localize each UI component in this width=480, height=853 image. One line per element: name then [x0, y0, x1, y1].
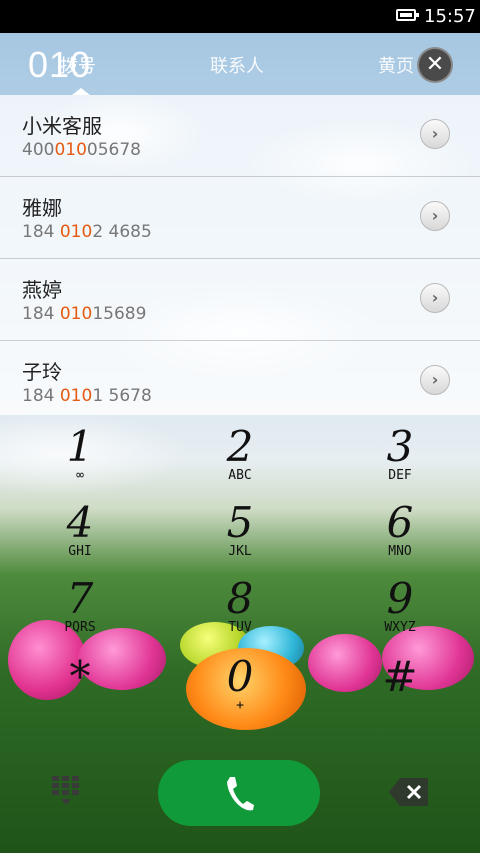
- contact-name: 雅娜: [22, 196, 62, 220]
- chevron-right-icon: ›: [431, 288, 439, 307]
- matched-digits: 010: [54, 140, 87, 160]
- matched-digits: 010: [59, 222, 93, 242]
- key-0[interactable]: 0 +: [160, 655, 320, 733]
- key-1[interactable]: 1 ∞: [0, 425, 160, 503]
- chevron-right-icon: ›: [431, 370, 439, 389]
- key-8[interactable]: 8 TUV: [160, 577, 320, 655]
- contact-name: 子玲: [22, 360, 62, 384]
- close-button[interactable]: ✕: [417, 47, 453, 83]
- keypad-grid-icon: [52, 776, 79, 805]
- list-item[interactable]: 小米客服 40001005678 ›: [0, 95, 480, 177]
- contact-detail-button[interactable]: ›: [420, 201, 450, 231]
- key-hash[interactable]: #: [320, 655, 480, 733]
- key-2[interactable]: 2 ABC: [160, 425, 320, 503]
- key-5[interactable]: 5 JKL: [160, 501, 320, 579]
- tab-contacts[interactable]: 联系人: [210, 52, 264, 78]
- matched-digits: 010: [59, 304, 93, 324]
- key-3[interactable]: 3 DEF: [320, 425, 480, 503]
- key-6[interactable]: 6 MNO: [320, 501, 480, 579]
- call-button[interactable]: [158, 760, 320, 826]
- key-9[interactable]: 9 WXYZ: [320, 577, 480, 655]
- contact-suggestion-list: 小米客服 40001005678 › 雅娜 184 0102 4685 › 燕婷…: [0, 95, 480, 415]
- contact-detail-button[interactable]: ›: [420, 119, 450, 149]
- backspace-icon: [389, 778, 428, 806]
- close-icon: ✕: [425, 52, 445, 77]
- chevron-right-icon: ›: [431, 124, 439, 143]
- chevron-right-icon: ›: [431, 206, 439, 225]
- keypad-toggle-button[interactable]: [50, 774, 82, 806]
- tab-yellow-pages[interactable]: 黄页: [378, 52, 414, 78]
- key-4[interactable]: 4 GHI: [0, 501, 160, 579]
- battery-icon: [396, 9, 419, 21]
- dial-pad: 1 ∞ 2 ABC 3 DEF 4 GHI 5 JKL 6 MNO 7 PQRS 8 TUV 9…: [0, 415, 480, 715]
- list-item[interactable]: 雅娜 184 0102 4685 ›: [0, 177, 480, 259]
- contact-name: 小米客服: [22, 114, 102, 138]
- backspace-button[interactable]: [388, 776, 430, 808]
- contact-number: 40001005678: [22, 140, 141, 160]
- status-time: 15:57: [424, 6, 476, 27]
- dial-input-display: 010: [28, 44, 92, 85]
- phone-icon: [227, 777, 254, 811]
- active-tab-indicator: [72, 88, 90, 95]
- matched-digits: 010: [59, 386, 93, 406]
- key-7[interactable]: 7 PQRS: [0, 577, 160, 655]
- contact-number: 184 01015689: [22, 304, 147, 324]
- contact-name: 燕婷: [22, 278, 62, 302]
- list-item[interactable]: 子玲 184 0101 5678 ›: [0, 341, 480, 423]
- list-item[interactable]: 燕婷 184 01015689 ›: [0, 259, 480, 341]
- contact-detail-button[interactable]: ›: [420, 283, 450, 313]
- status-bar: 15:57: [0, 0, 480, 33]
- contact-number: 184 0101 5678: [22, 386, 152, 406]
- contact-number: 184 0102 4685: [22, 222, 152, 242]
- key-star[interactable]: *: [0, 655, 160, 733]
- contact-detail-button[interactable]: ›: [420, 365, 450, 395]
